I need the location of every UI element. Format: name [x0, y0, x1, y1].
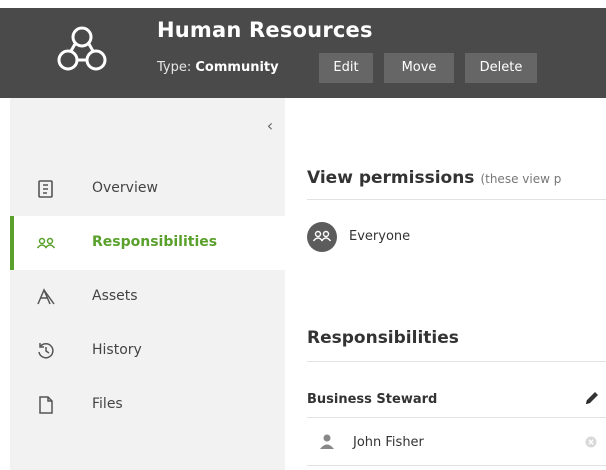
divider: [307, 465, 606, 466]
sidebar-item-label: Overview: [92, 180, 158, 196]
sidebar-item-label: Assets: [92, 288, 138, 304]
page-title: Human Resources: [157, 18, 373, 42]
type-info: Type: Community: [157, 60, 279, 75]
move-button[interactable]: Move: [384, 53, 454, 83]
overview-icon: [38, 180, 53, 198]
group-avatar: [307, 222, 337, 252]
sidebar-item-label: History: [92, 342, 142, 358]
community-icon: [57, 26, 107, 71]
view-permissions-heading: View permissions (these view p: [307, 168, 561, 188]
divider: [307, 417, 606, 418]
view-permissions-hint: (these view p: [480, 172, 562, 186]
main-content: View permissions (these view p Everyone R…: [285, 98, 606, 470]
remove-icon[interactable]: [585, 436, 597, 448]
collapse-sidebar-button[interactable]: ‹: [260, 116, 280, 135]
people-icon: [36, 237, 56, 249]
sidebar-item-overview[interactable]: Overview: [10, 162, 295, 216]
view-permissions-title: View permissions: [307, 168, 475, 188]
assets-icon: [37, 288, 55, 305]
sidebar-item-files[interactable]: Files: [10, 378, 295, 432]
edit-button[interactable]: Edit: [319, 53, 373, 83]
user-icon: [320, 434, 334, 449]
delete-button[interactable]: Delete: [465, 53, 537, 83]
sidebar: ‹ Overview Responsibilities Assets Histo…: [0, 98, 295, 470]
file-icon: [39, 396, 53, 414]
page-header: Human Resources Type: Community Edit Mov…: [0, 8, 606, 98]
sidebar-item-label: Files: [92, 396, 123, 412]
permission-entry: Everyone: [349, 229, 411, 244]
sidebar-item-label: Responsibilities: [92, 234, 218, 250]
people-icon: [312, 230, 332, 242]
type-label: Type:: [157, 60, 192, 75]
role-label: Business Steward: [307, 392, 438, 407]
user-name: John Fisher: [353, 435, 424, 450]
divider: [307, 199, 606, 200]
edit-pencil-icon[interactable]: [583, 389, 601, 407]
responsibilities-heading: Responsibilities: [307, 328, 459, 348]
sidebar-item-responsibilities[interactable]: Responsibilities: [10, 216, 295, 270]
top-strip: [0, 0, 606, 8]
sidebar-item-history[interactable]: History: [10, 324, 295, 378]
type-value: Community: [195, 60, 279, 75]
sidebar-item-assets[interactable]: Assets: [10, 270, 295, 324]
divider: [307, 361, 606, 362]
history-icon: [38, 343, 54, 359]
